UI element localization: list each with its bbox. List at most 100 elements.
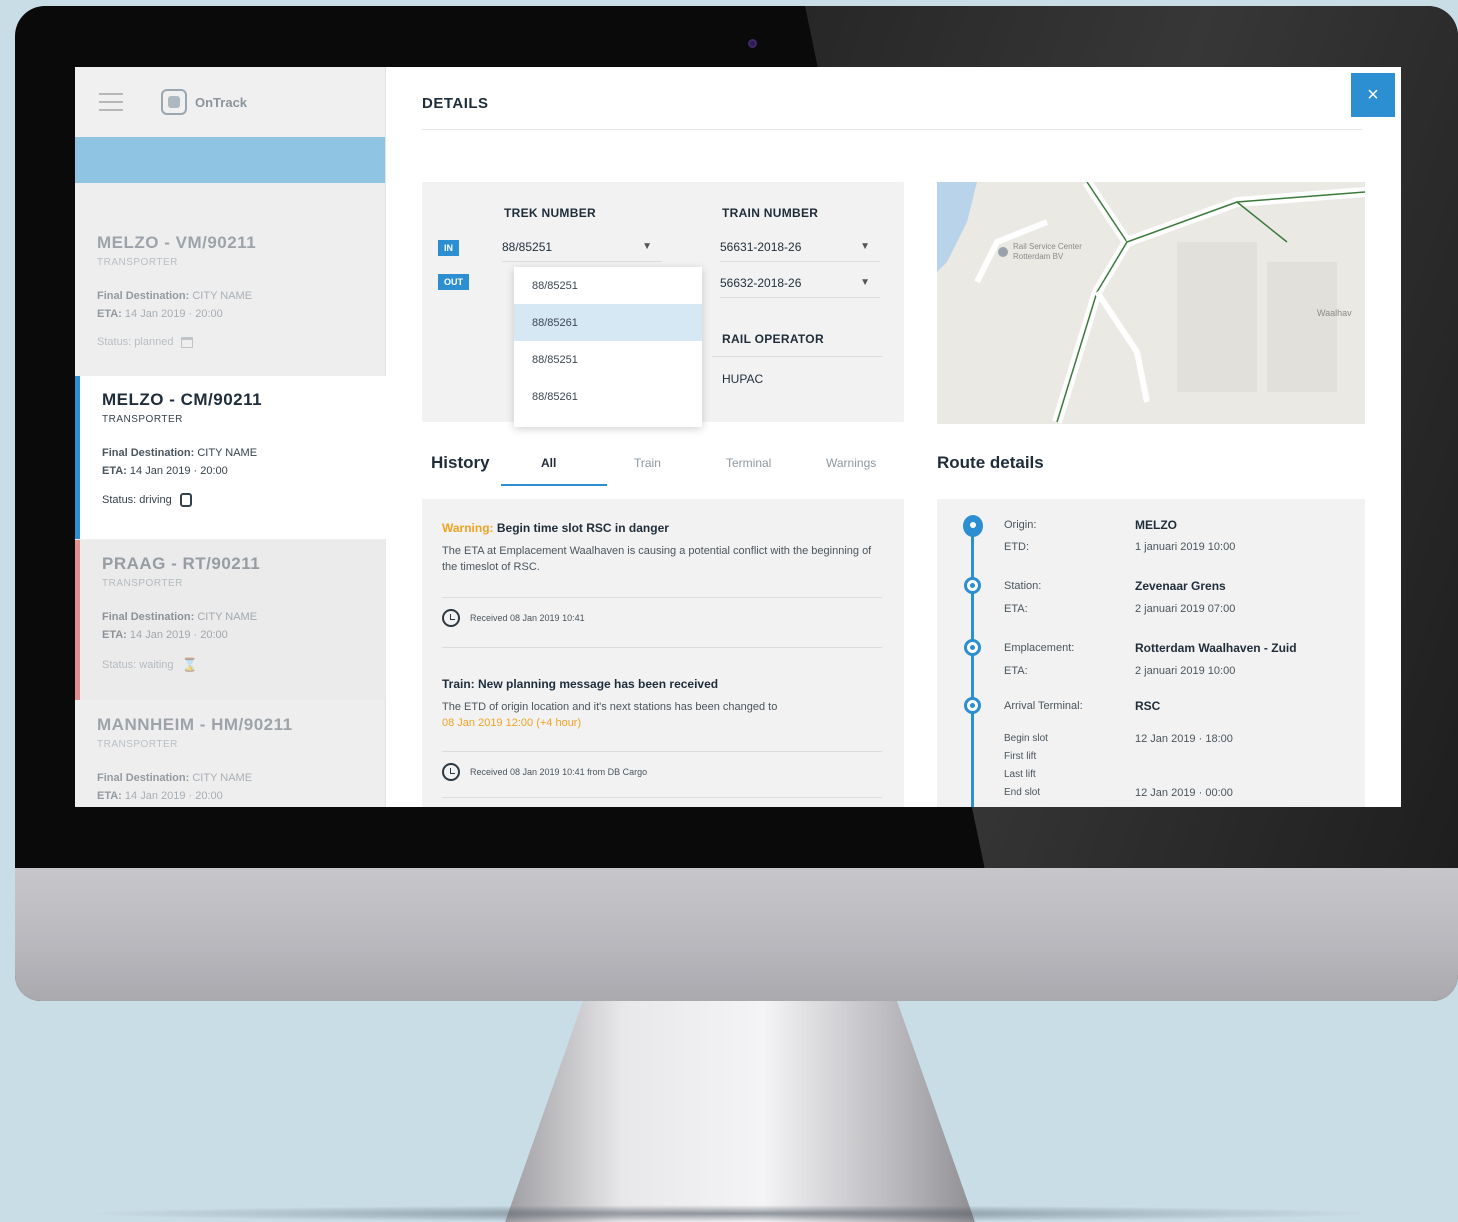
route-details-panel: Origin: MELZO ETD: 1 januari 2019 10:00 … <box>937 499 1365 807</box>
camera-icon <box>748 39 757 48</box>
stop-node-icon <box>964 697 981 714</box>
out-tag: OUT <box>438 274 469 290</box>
card-subtitle: TRANSPORTER <box>97 257 178 268</box>
history-panel: Warning: Begin time slot RSC in danger T… <box>422 499 904 807</box>
history-message-heading: Train: New planning message has been rec… <box>442 677 719 691</box>
history-message-body: The ETD of origin location and it's next… <box>442 701 778 729</box>
chevron-down-icon: ▼ <box>642 241 652 252</box>
rail-operator-value: HUPAC <box>722 372 764 386</box>
map-graphic <box>937 182 1365 424</box>
monitor-stand <box>505 1001 975 1222</box>
calendar-icon <box>181 336 194 348</box>
tab-terminal[interactable]: Terminal <box>726 456 771 470</box>
slot-label: Begin slot <box>1004 733 1048 744</box>
card-destination: Final Destination: CITY NAME <box>102 611 258 623</box>
route-value: RSC <box>1135 699 1161 713</box>
map-place-label: Rail Service Center Rotterdam BV <box>1013 242 1082 261</box>
tab-train[interactable]: Train <box>634 456 661 470</box>
in-tag: IN <box>438 240 459 256</box>
app-screen: OnTrack MELZO - VM/90211 TRANSPORTER Fin… <box>75 67 1401 807</box>
card-title: MELZO - CM/90211 <box>102 390 263 409</box>
transport-card[interactable]: MELZO - VM/90211 TRANSPORTER Final Desti… <box>75 219 386 375</box>
train-number-label: TRAIN NUMBER <box>722 206 819 220</box>
card-destination: Final Destination: CITY NAME <box>97 290 253 302</box>
sidebar-header: OnTrack <box>75 67 385 137</box>
card-subtitle: TRANSPORTER <box>97 739 178 750</box>
tab-all[interactable]: All <box>541 456 556 470</box>
trek-panel: TREK NUMBER TRAIN NUMBER IN OUT 88/85251… <box>422 182 904 427</box>
divider <box>442 751 882 752</box>
menu-icon[interactable] <box>99 93 123 111</box>
card-title: MANNHEIM - HM/90211 <box>97 715 293 734</box>
route-label: ETA: <box>1004 603 1028 615</box>
divider <box>442 597 882 598</box>
history-message-body: The ETA at Emplacement Waalhaven is caus… <box>442 545 872 573</box>
route-value: 2 januari 2019 10:00 <box>1135 665 1236 677</box>
route-label: Arrival Terminal: <box>1004 700 1083 712</box>
clock-icon <box>442 609 460 627</box>
history-message-heading: Warning: Begin time slot RSC in danger <box>442 521 669 535</box>
route-map[interactable]: Rail Service Center Rotterdam BV Waalhav <box>937 182 1365 424</box>
warning-prefix: Warning: <box>442 521 494 535</box>
history-message-meta: Received 08 Jan 2019 10:41 <box>442 609 585 627</box>
card-status: Status: waiting ⌛ <box>102 657 198 672</box>
route-label: Emplacement: <box>1004 642 1075 654</box>
hourglass-icon: ⌛ <box>181 657 198 672</box>
slot-label: Last lift <box>1004 769 1036 780</box>
card-subtitle: TRANSPORTER <box>102 578 183 589</box>
card-status: Status: planned <box>97 336 364 348</box>
route-label: Station: <box>1004 580 1042 592</box>
card-eta: ETA: 14 Jan 2019 · 20:00 <box>97 790 223 802</box>
stop-node-icon <box>964 639 981 656</box>
train-in-select[interactable]: 56631-2018-26 ▼ <box>720 232 880 262</box>
history-title: History <box>431 453 490 472</box>
trek-number-dropdown: 88/85251 88/85261 88/85251 88/85261 <box>514 267 702 427</box>
clock-icon <box>442 763 460 781</box>
train-out-value: 56632-2018-26 <box>720 275 802 290</box>
transport-card-selected[interactable]: MELZO - CM/90211 TRANSPORTER Final Desti… <box>75 376 386 539</box>
train-icon <box>179 493 192 507</box>
slot-label: End slot <box>1004 787 1041 798</box>
dropdown-option[interactable]: 88/85261 <box>514 378 702 415</box>
sidebar: OnTrack MELZO - VM/90211 TRANSPORTER Fin… <box>75 67 386 807</box>
route-timeline <box>971 517 974 807</box>
sidebar-search-bar[interactable] <box>75 137 385 183</box>
divider <box>712 356 882 357</box>
transport-card[interactable]: MANNHEIM - HM/90211 TRANSPORTER Final De… <box>75 701 386 807</box>
close-button[interactable]: × <box>1351 73 1395 117</box>
tab-warnings[interactable]: Warnings <box>826 456 876 470</box>
dropdown-option-selected[interactable]: 88/85261 <box>514 304 702 341</box>
details-pane: DETAILS × TREK NUMBER TRAIN NUMBER IN OU… <box>386 67 1401 807</box>
dropdown-option[interactable]: 88/85251 <box>514 267 702 304</box>
slot-label: First lift <box>1004 751 1037 762</box>
route-value: 2 januari 2019 07:00 <box>1135 603 1236 615</box>
chevron-down-icon: ▼ <box>860 277 870 288</box>
trek-number-label: TREK NUMBER <box>504 206 596 220</box>
slot-value: 12 Jan 2019 · 18:00 <box>1135 733 1233 745</box>
card-destination: Final Destination: CITY NAME <box>102 447 258 459</box>
changed-time-highlight: 08 Jan 2019 12:00 (+4 hour) <box>442 717 582 729</box>
origin-pin-icon <box>963 515 983 537</box>
divider <box>422 129 1362 130</box>
rail-operator-label: RAIL OPERATOR <box>722 332 824 346</box>
route-label: Origin: <box>1004 519 1037 531</box>
slot-value: 12 Jan 2019 · 00:00 <box>1135 787 1233 799</box>
card-title: MELZO - VM/90211 <box>97 233 257 252</box>
map-edge-label: Waalhav <box>1317 308 1352 318</box>
route-value: 1 januari 2019 10:00 <box>1135 541 1236 553</box>
train-in-value: 56631-2018-26 <box>720 239 802 254</box>
dropdown-option[interactable]: 88/85251 <box>514 341 702 378</box>
route-value: MELZO <box>1135 518 1177 532</box>
route-label: ETA: <box>1004 665 1028 677</box>
train-out-select[interactable]: 56632-2018-26 ▼ <box>720 268 880 298</box>
card-subtitle: TRANSPORTER <box>102 414 183 425</box>
card-title: PRAAG - RT/90211 <box>102 554 261 573</box>
history-message-meta: Received 08 Jan 2019 10:41 from DB Cargo <box>442 763 647 781</box>
divider <box>442 647 882 648</box>
transport-card-alert[interactable]: PRAAG - RT/90211 TRANSPORTER Final Desti… <box>75 540 386 700</box>
trek-number-select[interactable]: 88/85251 ▼ <box>502 232 662 262</box>
route-value: Rotterdam Waalhaven - Zuid <box>1135 641 1297 655</box>
train-logo-icon <box>161 89 187 115</box>
card-eta: ETA: 14 Jan 2019 · 20:00 <box>102 465 228 477</box>
active-tab-indicator <box>501 484 607 486</box>
